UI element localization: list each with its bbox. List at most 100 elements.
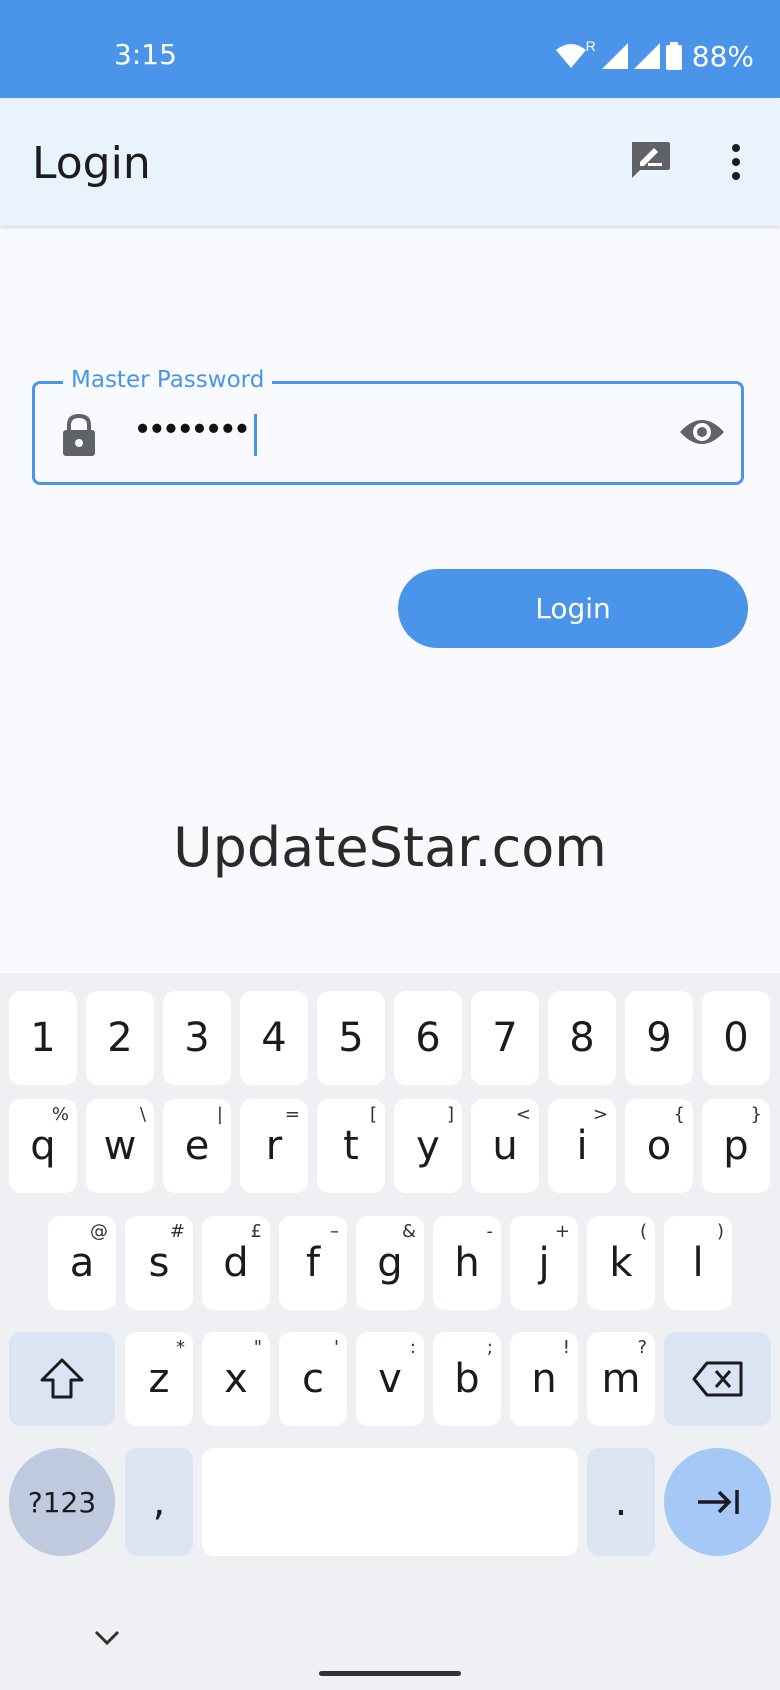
key-hint: & xyxy=(401,1221,416,1242)
key-hint: ] xyxy=(446,1104,454,1125)
key-label: q xyxy=(30,1123,56,1169)
signal-icon xyxy=(601,43,628,69)
key-f[interactable]: f – xyxy=(279,1216,347,1310)
password-label: Master Password xyxy=(63,367,273,393)
key-n[interactable]: n! xyxy=(510,1332,578,1426)
roaming-indicator: R xyxy=(585,38,596,54)
key-a[interactable]: a @ xyxy=(48,1216,116,1310)
key-m[interactable]: m? xyxy=(587,1332,655,1426)
key-label: n xyxy=(531,1356,557,1402)
eye-icon[interactable] xyxy=(679,416,725,448)
enter-key[interactable] xyxy=(664,1448,771,1556)
key-g[interactable]: g & xyxy=(356,1216,424,1310)
status-time: 3:15 xyxy=(114,38,177,71)
key-v[interactable]: v: xyxy=(356,1332,424,1426)
key-o[interactable]: o{ xyxy=(625,1099,693,1193)
key-9[interactable]: 9 xyxy=(625,991,693,1085)
key-hint: > xyxy=(592,1104,608,1125)
status-icons: R 88% xyxy=(555,38,754,74)
shift-key[interactable] xyxy=(9,1332,115,1426)
key-c[interactable]: c ' xyxy=(279,1332,347,1426)
key-hint: + xyxy=(554,1221,570,1242)
text-cursor xyxy=(254,414,257,456)
key-label: 1 xyxy=(30,1015,56,1061)
key-d[interactable]: d £ xyxy=(202,1216,270,1310)
key-6[interactable]: 6 xyxy=(394,991,462,1085)
key-b[interactable]: b; xyxy=(433,1332,501,1426)
key-t[interactable]: t[ xyxy=(317,1099,385,1193)
more-options-button[interactable] xyxy=(716,138,756,186)
key-hint: = xyxy=(284,1104,300,1125)
login-button[interactable]: Login xyxy=(398,569,748,648)
key-label: g xyxy=(377,1240,403,1286)
key-hint: - xyxy=(486,1221,494,1242)
key-7[interactable]: 7 xyxy=(471,991,539,1085)
key-label: 3 xyxy=(184,1015,210,1061)
key-label: , xyxy=(152,1479,166,1525)
key-label: . xyxy=(614,1479,628,1525)
key-hint: £ xyxy=(250,1221,262,1242)
key-y[interactable]: y] xyxy=(394,1099,462,1193)
key-p[interactable]: p} xyxy=(702,1099,770,1193)
key-r[interactable]: r = xyxy=(240,1099,308,1193)
key-label: l xyxy=(692,1240,704,1286)
key-label: k xyxy=(609,1240,633,1286)
chevron-down-icon[interactable] xyxy=(92,1628,122,1648)
key-u[interactable]: u < xyxy=(471,1099,539,1193)
key-label: 7 xyxy=(492,1015,518,1061)
key-2[interactable]: 2 xyxy=(86,991,154,1085)
key-label: 9 xyxy=(646,1015,672,1061)
key-label: e xyxy=(184,1123,210,1169)
key-k[interactable]: k( xyxy=(587,1216,655,1310)
comma-key[interactable]: , xyxy=(125,1448,193,1556)
key-hint: [ xyxy=(369,1104,377,1125)
key-label: j xyxy=(538,1240,550,1286)
app-bar: Login xyxy=(0,98,780,226)
key-z[interactable]: z * xyxy=(125,1332,193,1426)
key-q[interactable]: q% xyxy=(9,1099,77,1193)
key-3[interactable]: 3 xyxy=(163,991,231,1085)
key-h[interactable]: h- xyxy=(433,1216,501,1310)
symbols-key[interactable]: ?123 xyxy=(9,1448,115,1556)
key-hint: ) xyxy=(716,1221,724,1242)
key-x[interactable]: x " xyxy=(202,1332,270,1426)
feedback-icon xyxy=(632,142,670,178)
key-label: r xyxy=(265,1123,283,1169)
backspace-key[interactable] xyxy=(664,1332,771,1426)
signal-icon-2 xyxy=(633,43,660,69)
key-label: p xyxy=(723,1123,749,1169)
battery-percent: 88% xyxy=(691,39,754,73)
key-l[interactable]: l) xyxy=(664,1216,732,1310)
key-hint: < xyxy=(515,1104,531,1125)
key-i[interactable]: i > xyxy=(548,1099,616,1193)
gesture-nav-handle[interactable] xyxy=(319,1671,461,1676)
key-label: m xyxy=(601,1356,641,1402)
watermark-text: UpdateStar.com xyxy=(173,816,607,879)
period-key[interactable]: . xyxy=(587,1448,655,1556)
password-value: •••••••• xyxy=(137,410,251,446)
key-label: y xyxy=(416,1123,440,1169)
space-key[interactable] xyxy=(202,1448,578,1556)
key-hint: ; xyxy=(486,1337,493,1358)
key-label: w xyxy=(103,1123,137,1169)
key-label: 6 xyxy=(415,1015,441,1061)
key-hint: ' xyxy=(334,1337,339,1358)
key-w[interactable]: w \ xyxy=(86,1099,154,1193)
key-j[interactable]: j + xyxy=(510,1216,578,1310)
key-1[interactable]: 1 xyxy=(9,991,77,1085)
key-4[interactable]: 4 xyxy=(240,991,308,1085)
key-5[interactable]: 5 xyxy=(317,991,385,1085)
key-8[interactable]: 8 xyxy=(548,991,616,1085)
key-e[interactable]: e | xyxy=(163,1099,231,1193)
key-label: v xyxy=(378,1356,402,1402)
key-hint: % xyxy=(51,1104,69,1125)
key-label: c xyxy=(302,1356,324,1402)
master-password-field[interactable]: Master Password •••••••• xyxy=(32,367,744,485)
key-label: a xyxy=(69,1240,95,1286)
feedback-button[interactable] xyxy=(628,138,676,186)
key-s[interactable]: s # xyxy=(125,1216,193,1310)
key-hint: : xyxy=(409,1337,416,1358)
key-hint: ? xyxy=(637,1337,647,1358)
wifi-icon xyxy=(555,44,586,68)
key-0[interactable]: 0 xyxy=(702,991,770,1085)
